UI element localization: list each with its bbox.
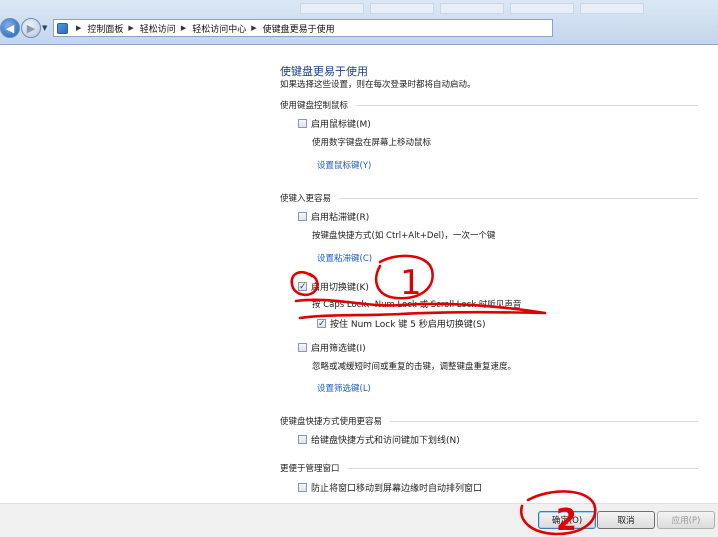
section-heading-shortcuts: 使键盘快捷方式使用更容易: [280, 415, 698, 427]
background-tabs: [300, 3, 718, 15]
filter-keys-label[interactable]: 启用筛选键(I): [311, 341, 366, 354]
mouse-keys-option[interactable]: 启用鼠标键(M): [298, 117, 371, 130]
toggle-keys-checkbox[interactable]: ✓: [298, 282, 307, 292]
annotation-circle-1: [374, 254, 434, 300]
divider: [390, 420, 698, 422]
filter-keys-description: 忽略或减缓短时间或重复的击键，调整键盘重复速度。: [312, 362, 517, 372]
control-panel-icon: [57, 22, 68, 34]
sticky-keys-checkbox[interactable]: [298, 212, 307, 221]
toggle-keys-option[interactable]: ✓ 启用切换键(K): [298, 280, 369, 293]
prevent-auto-arrange-checkbox[interactable]: [298, 483, 307, 492]
forward-button[interactable]: ▶: [21, 18, 41, 38]
arrow-left-icon: ◀: [5, 21, 15, 35]
section-heading-windows: 更便于管理窗口: [280, 462, 698, 474]
mouse-keys-label[interactable]: 启用鼠标键(M): [311, 117, 371, 130]
section-heading-mouse: 使用键盘控制鼠标: [280, 99, 698, 111]
ok-button[interactable]: 确定(O): [538, 511, 596, 529]
page-title: 使键盘更易于使用: [280, 65, 368, 78]
breadcrumb-ease-of-access[interactable]: 轻松访问: [140, 22, 176, 35]
mouse-keys-description: 使用数字键盘在屏幕上移动鼠标: [312, 138, 432, 148]
section-heading-label: 使键盘快捷方式使用更容易: [280, 417, 383, 427]
ghost-tab: [580, 3, 644, 14]
underline-shortcuts-checkbox[interactable]: [298, 435, 307, 444]
annotation-number-1: 1: [400, 263, 422, 303]
navigation-bar: ◀ ▶ ▼ ▶ 控制面板 ▶ 轻松访问 ▶ 轻松访问中心 ▶ 使键盘更易于使用: [0, 0, 718, 45]
breadcrumb-control-panel[interactable]: 控制面板: [87, 22, 123, 35]
setup-sticky-keys-link[interactable]: 设置粘滞键(C): [317, 252, 372, 264]
section-heading-label: 使用键盘控制鼠标: [280, 101, 349, 111]
apply-button[interactable]: 应用(P): [657, 511, 715, 529]
chevron-right-icon[interactable]: ▶: [251, 24, 256, 32]
chevron-right-icon[interactable]: ▶: [128, 24, 133, 32]
breadcrumb-ease-of-access-center[interactable]: 轻松访问中心: [192, 22, 246, 35]
setup-filter-keys-link[interactable]: 设置筛选键(L): [317, 382, 371, 394]
section-heading-label: 使键入更容易: [280, 194, 332, 204]
section-heading-typing: 使键入更容易: [280, 192, 698, 204]
prevent-auto-arrange-label[interactable]: 防止将窗口移动到屏幕边缘时自动排列窗口: [311, 481, 482, 494]
divider: [339, 197, 698, 199]
section-heading-label: 更便于管理窗口: [280, 464, 340, 474]
cancel-button[interactable]: 取消: [597, 511, 655, 529]
back-button[interactable]: ◀: [0, 18, 20, 38]
toggle-keys-numlock-checkbox[interactable]: ✓: [317, 319, 326, 329]
toggle-keys-description: 按 Caps Lock、Num Lock 或 Scroll Lock 时听见声音: [312, 300, 522, 310]
recent-pages-dropdown-icon[interactable]: ▼: [42, 24, 47, 32]
ghost-tab: [370, 3, 434, 14]
address-bar[interactable]: ▶ 控制面板 ▶ 轻松访问 ▶ 轻松访问中心 ▶ 使键盘更易于使用: [53, 19, 553, 37]
filter-keys-option[interactable]: 启用筛选键(I): [298, 341, 366, 354]
sticky-keys-option[interactable]: 启用粘滞键(R): [298, 210, 369, 223]
chevron-right-icon[interactable]: ▶: [181, 24, 186, 32]
mouse-keys-checkbox[interactable]: [298, 119, 307, 128]
toggle-keys-numlock-label[interactable]: 按住 Num Lock 键 5 秒启用切换键(S): [330, 317, 486, 330]
sticky-keys-description: 按键盘快捷方式(如 Ctrl+Alt+Del)，一次一个键: [312, 231, 496, 241]
sticky-keys-label[interactable]: 启用粘滞键(R): [311, 210, 369, 223]
toggle-keys-label[interactable]: 启用切换键(K): [311, 280, 369, 293]
ghost-tab: [300, 3, 364, 14]
breadcrumb-current-page[interactable]: 使键盘更易于使用: [263, 22, 335, 35]
divider: [347, 467, 698, 469]
underline-shortcuts-label[interactable]: 给键盘快捷方式和访问键加下划线(N): [311, 433, 460, 446]
setup-mouse-keys-link[interactable]: 设置鼠标键(Y): [317, 159, 371, 171]
filter-keys-checkbox[interactable]: [298, 343, 307, 352]
prevent-auto-arrange-option[interactable]: 防止将窗口移动到屏幕边缘时自动排列窗口: [298, 481, 482, 494]
divider: [356, 104, 698, 106]
toggle-keys-numlock-option[interactable]: ✓ 按住 Num Lock 键 5 秒启用切换键(S): [317, 317, 486, 330]
ghost-tab: [440, 3, 504, 14]
page-subtitle: 如果选择这些设置，则在每次登录时都将自动启动。: [280, 80, 476, 90]
arrow-right-icon: ▶: [26, 21, 36, 35]
underline-shortcuts-option[interactable]: 给键盘快捷方式和访问键加下划线(N): [298, 433, 460, 446]
chevron-right-icon[interactable]: ▶: [76, 24, 81, 32]
ghost-tab: [510, 3, 574, 14]
